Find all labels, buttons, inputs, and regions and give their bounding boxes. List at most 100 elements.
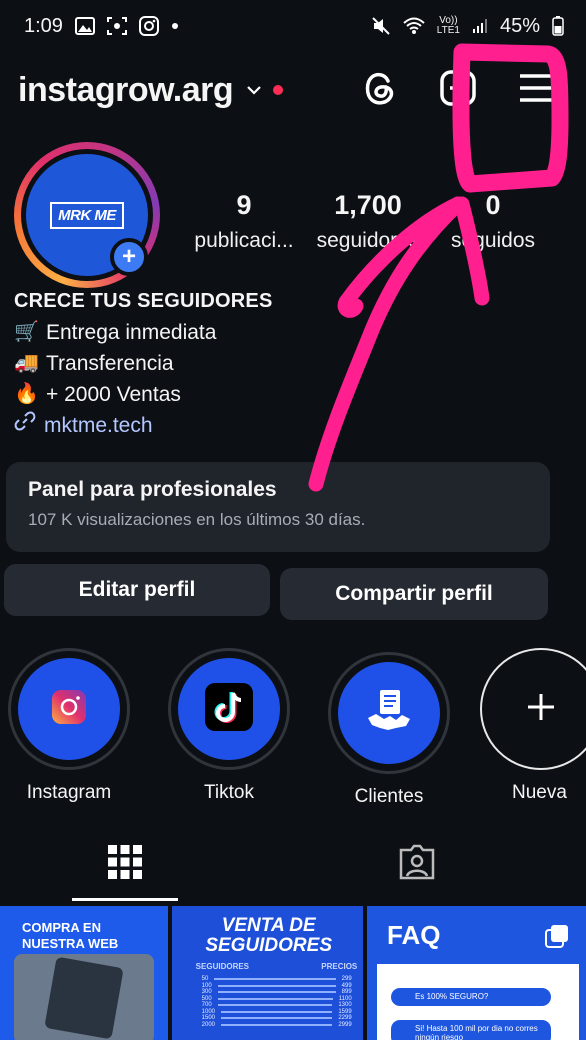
bio-line: 🚚 Transferencia [14,348,554,379]
stat-posts[interactable]: 9 publicaci... [186,190,302,253]
price-bar [217,997,333,1000]
stat-following-label: seguidos [450,229,536,252]
price-bar [217,984,336,987]
edit-profile-button[interactable]: Editar perfil [4,564,270,616]
post-thumbnail[interactable]: COMPRA EN NUESTRA WEB [0,906,168,1040]
signal-icon [472,18,488,34]
stat-following[interactable]: 0 seguidos [434,190,552,253]
highlight-ring [8,648,130,770]
price-row: 2000 2999 [202,1022,352,1029]
highlight-label: Instagram [26,782,112,803]
status-right: Vo)) LTE1 45% [371,15,564,38]
cart-icon: 🛒 [14,321,39,343]
truck-icon: 🚚 [14,352,39,374]
tab-tagged[interactable] [364,826,470,902]
stat-followers[interactable]: 1,700 seguidores [306,190,430,253]
share-profile-button[interactable]: Compartir perfil [280,568,548,620]
tiktok-icon [204,682,254,737]
battery-icon [552,16,564,36]
bio-line: 🛒 Entrega inmediata [14,317,554,348]
instagram-status-icon [138,16,159,36]
network-bottom: LTE1 [436,25,460,36]
network-label: Vo)) LTE1 [437,16,460,36]
menu-icon[interactable] [516,68,556,108]
tab-indicator [72,898,178,901]
bio-link[interactable]: mktme.tech [14,410,554,441]
post-thumbnail[interactable]: FAQ Es 100% SEGURO? Si! Hasta 100 mil po… [367,906,586,1040]
profile-summary: MRK ME + 9 publicaci... 1,700 seguidores… [14,142,574,292]
highlight-label: Clientes [354,786,424,807]
highlight-cover [178,658,280,760]
panel-subtitle: 107 K visualizaciones en los últimos 30 … [28,510,366,529]
faq-answer: Si! Hasta 100 mil por dia no corres ning… [391,1020,552,1040]
stat-posts-value: 9 [236,190,252,220]
battery-percent: 45% [499,14,540,37]
tagged-icon [399,844,435,885]
phone-screen-image [44,956,124,1040]
stat-followers-value: 1,700 [334,190,402,220]
price-bar [214,978,336,980]
username[interactable]: instagrow.arg [18,71,234,110]
panel-title: Panel para profesionales [28,478,277,501]
fire-icon: 🔥 [14,383,39,405]
faq-question: Es 100% SEGURO? [391,988,552,1006]
post-title: FAQ [387,920,441,950]
mute-icon [371,16,391,36]
price-value: 2999 [338,1021,352,1028]
price-qty: 2000 [201,1021,216,1028]
price-bar [221,1017,333,1019]
create-post-icon[interactable] [438,68,478,108]
price-table: 50 299 100 499 300 899 500 1100 700 1300 1000 1599 1… [202,976,352,1028]
wifi-icon [403,17,425,35]
tab-grid[interactable] [72,826,178,902]
bio-line-text: + 2000 Ventas [46,383,181,406]
price-head-left: SEGUIDORES [195,962,250,971]
plus-icon [525,691,557,728]
highlight-tiktok[interactable]: Tiktok [168,648,290,804]
highlight-ring [328,652,450,774]
professional-dashboard[interactable]: Panel para profesionales 107 K visualiza… [6,462,550,552]
highlight-label: Tiktok [204,782,254,803]
post-title: COMPRA EN NUESTRA WEB [22,920,118,952]
link-icon [14,410,36,441]
status-time: 1:09 [24,14,63,37]
price-bar [217,1004,333,1006]
status-left: 1:09 [24,15,179,38]
price-head-right: PRECIOS [321,962,358,971]
status-bar: 1:09 Vo)) LTE1 45% [0,0,586,52]
faq-header: FAQ [367,906,586,964]
bio-line-text: Transferencia [46,352,174,375]
gallery-icon [74,17,95,35]
stat-following-value: 0 [485,190,501,220]
bio-line: 🔥 + 2000 Ventas [14,379,554,410]
carousel-icon [545,924,569,953]
stat-followers-label: seguidores [316,229,420,252]
post-thumbnail[interactable]: VENTA DE SEGUIDORES SEGUIDORES PRECIOS 5… [171,906,364,1040]
threads-icon[interactable] [360,68,400,108]
highlight-new[interactable]: Nueva [480,648,586,804]
post-title-line: NUESTRA WEB [22,936,119,951]
price-bar [221,1023,333,1026]
header-actions [360,68,556,108]
handshake-icon [366,688,412,739]
highlight-instagram[interactable]: Instagram [8,648,130,804]
posts-grid: COMPRA EN NUESTRA WEB VENTA DE SEGUIDORE… [0,906,586,1040]
post-title: VENTA DE SEGUIDORES [172,916,363,956]
post-title-line: SEGUIDORES [205,935,333,956]
bio-line-text: Entrega inmediata [46,321,217,344]
highlight-clientes[interactable]: Clientes [328,652,450,808]
highlight-ring [168,648,290,770]
profile-header: instagrow.arg [18,62,570,118]
highlight-ring [480,648,586,770]
post-title-line: COMPRA EN [22,920,101,935]
grid-icon [108,844,142,884]
add-story-icon[interactable]: + [110,238,148,276]
price-table-head: SEGUIDORES PRECIOS [196,962,358,971]
profile-tabs [0,826,586,902]
bio: CRECE TUS SEGUIDORES 🛒 Entrega inmediata… [14,286,554,441]
avatar-logo: MRK ME [50,201,124,229]
instagram-icon [50,688,88,731]
highlight-cover [338,662,440,764]
stat-posts-label: publicaci... [194,229,294,252]
chevron-down-icon[interactable] [247,83,261,97]
